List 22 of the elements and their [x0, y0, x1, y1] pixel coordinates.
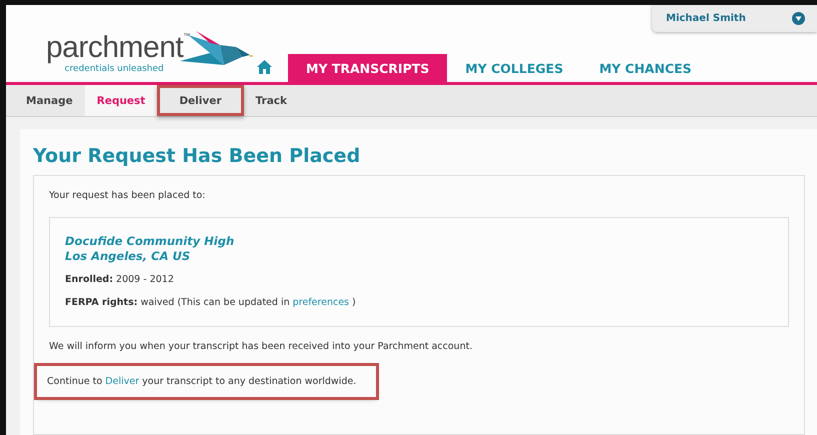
- dropdown-icon: [792, 12, 805, 25]
- nav-tab[interactable]: MY TRANSCRIPTS: [288, 54, 448, 82]
- enrolled-text: Enrolled: 2009 - 2012: [65, 274, 175, 285]
- sub-tab[interactable]: Request: [84, 85, 158, 116]
- logo-tagline: credentials unleashed: [64, 64, 164, 74]
- sub-tab[interactable]: Track: [244, 85, 299, 116]
- sub-tab[interactable]: Deliver: [157, 85, 244, 116]
- page-title: Your Request Has Been Placed: [33, 145, 362, 167]
- notice-text: We will inform you when your transcript has been received into your Parchment account.: [49, 341, 474, 352]
- home-icon: [257, 60, 272, 74]
- nav-tab[interactable]: MY CHANCES: [581, 54, 710, 82]
- user-menu[interactable]: Michael Smith: [652, 5, 817, 32]
- school-location: Los Angeles, CA US: [65, 249, 192, 264]
- continue-text: Continue to Deliver your transcript to any destination worldwide.: [37, 366, 376, 397]
- logo-wordmark: parchment$^{™}$: [46, 33, 190, 63]
- ferpa-text: FERPA rights: waived (This can be updated in preferences ): [65, 297, 357, 308]
- deliver-link[interactable]: Deliver: [105, 376, 140, 387]
- nav-tab[interactable]: MY COLLEGES: [447, 54, 582, 82]
- school-name: Docufide Community High: [65, 234, 236, 249]
- preferences-link[interactable]: preferences: [292, 297, 349, 308]
- sub-tab[interactable]: Manage: [14, 85, 85, 116]
- intro-text: Your request has been placed to:: [49, 190, 206, 201]
